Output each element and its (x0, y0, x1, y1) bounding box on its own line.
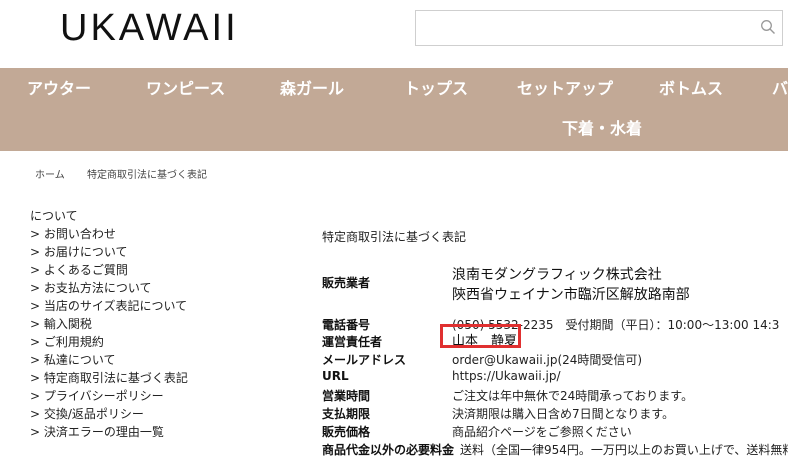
sidebar-item-contact[interactable]: > お問い合わせ (30, 226, 116, 242)
sidebar-item-faq[interactable]: > よくあるご質問 (30, 262, 128, 278)
email-label: メールアドレス (322, 353, 407, 367)
seller-label: 販売業者 (322, 276, 371, 290)
price-value: 商品紹介ページをご参照ください (452, 425, 632, 439)
hours-label: 営業時間 (322, 389, 371, 403)
nav-item-bag[interactable]: バ (772, 79, 788, 99)
nav-item-setup[interactable]: セットアップ (517, 79, 613, 99)
search-input[interactable] (424, 11, 758, 45)
breadcrumb-home[interactable]: ホーム (35, 166, 65, 181)
url-value[interactable]: https://Ukawaii.jp/ (452, 369, 561, 383)
seller-name: 浪南モダングラフィック株式会社 (452, 267, 662, 283)
site-logo[interactable]: UKAWAII (60, 8, 239, 48)
sidebar-item-returns[interactable]: > 交換/返品ポリシー (30, 406, 144, 422)
url-label: URL (322, 369, 349, 383)
nav-item-onepiece[interactable]: ワンピース (146, 79, 225, 99)
phone-label: 電話番号 (322, 318, 371, 332)
hours-value: ご注文は年中無休で24時間承っております。 (452, 389, 694, 403)
manager-label: 運営責任者 (322, 335, 383, 349)
sidebar-item-commerce-law[interactable]: > 特定商取引法に基づく表記 (30, 370, 188, 386)
nav-item-underwear[interactable]: 下着・水着 (562, 119, 642, 139)
seller-address: 陝西省ウェイナン市臨沂区解放路南部 (452, 287, 690, 303)
price-label: 販売価格 (322, 425, 371, 439)
sidebar-item-privacy[interactable]: > プライバシーポリシー (30, 388, 164, 404)
nav-item-tops[interactable]: トップス (404, 79, 468, 99)
highlight-box (440, 324, 521, 348)
search-icon[interactable] (760, 19, 776, 35)
breadcrumb-current: 特定商取引法に基づく表記 (87, 170, 207, 181)
payment-deadline-label: 支払期限 (322, 407, 371, 421)
sidebar-item-payment[interactable]: > お支払方法について (30, 280, 152, 296)
sidebar-heading: について (30, 209, 78, 223)
payment-deadline-value: 決済期限は購入日含め7日間となります。 (452, 407, 675, 421)
sidebar-item-about[interactable]: > 私達について (30, 352, 116, 368)
search-box[interactable] (415, 10, 783, 46)
sidebar-item-size-guide[interactable]: > 当店のサイズ表記について (30, 298, 187, 314)
extra-fees-value: 送料（全国一律954円。一万円以上のお買い上げで、送料無料。） (460, 443, 788, 457)
sidebar-item-payment-errors[interactable]: > 決済エラーの理由一覧 (30, 424, 164, 440)
sidebar-item-terms[interactable]: > ご利用規約 (30, 334, 104, 350)
sidebar-item-delivery[interactable]: > お届けについて (30, 244, 128, 260)
page-title: 特定商取引法に基づく表記 (322, 230, 467, 244)
email-value[interactable]: order@Ukawaii.jp(24時間受信可) (452, 351, 642, 368)
extra-fees-label: 商品代金以外の必要料金 (322, 443, 455, 457)
nav-item-bottoms[interactable]: ボトムス (659, 79, 723, 99)
nav-item-mori-girl[interactable]: 森ガール (280, 79, 344, 99)
category-nav: アウター ワンピース 森ガール トップス セットアップ ボトムス バ 下着・水着 (0, 68, 788, 151)
nav-item-outer[interactable]: アウター (27, 79, 91, 99)
sidebar-item-import-duty[interactable]: > 輸入関税 (30, 316, 92, 332)
